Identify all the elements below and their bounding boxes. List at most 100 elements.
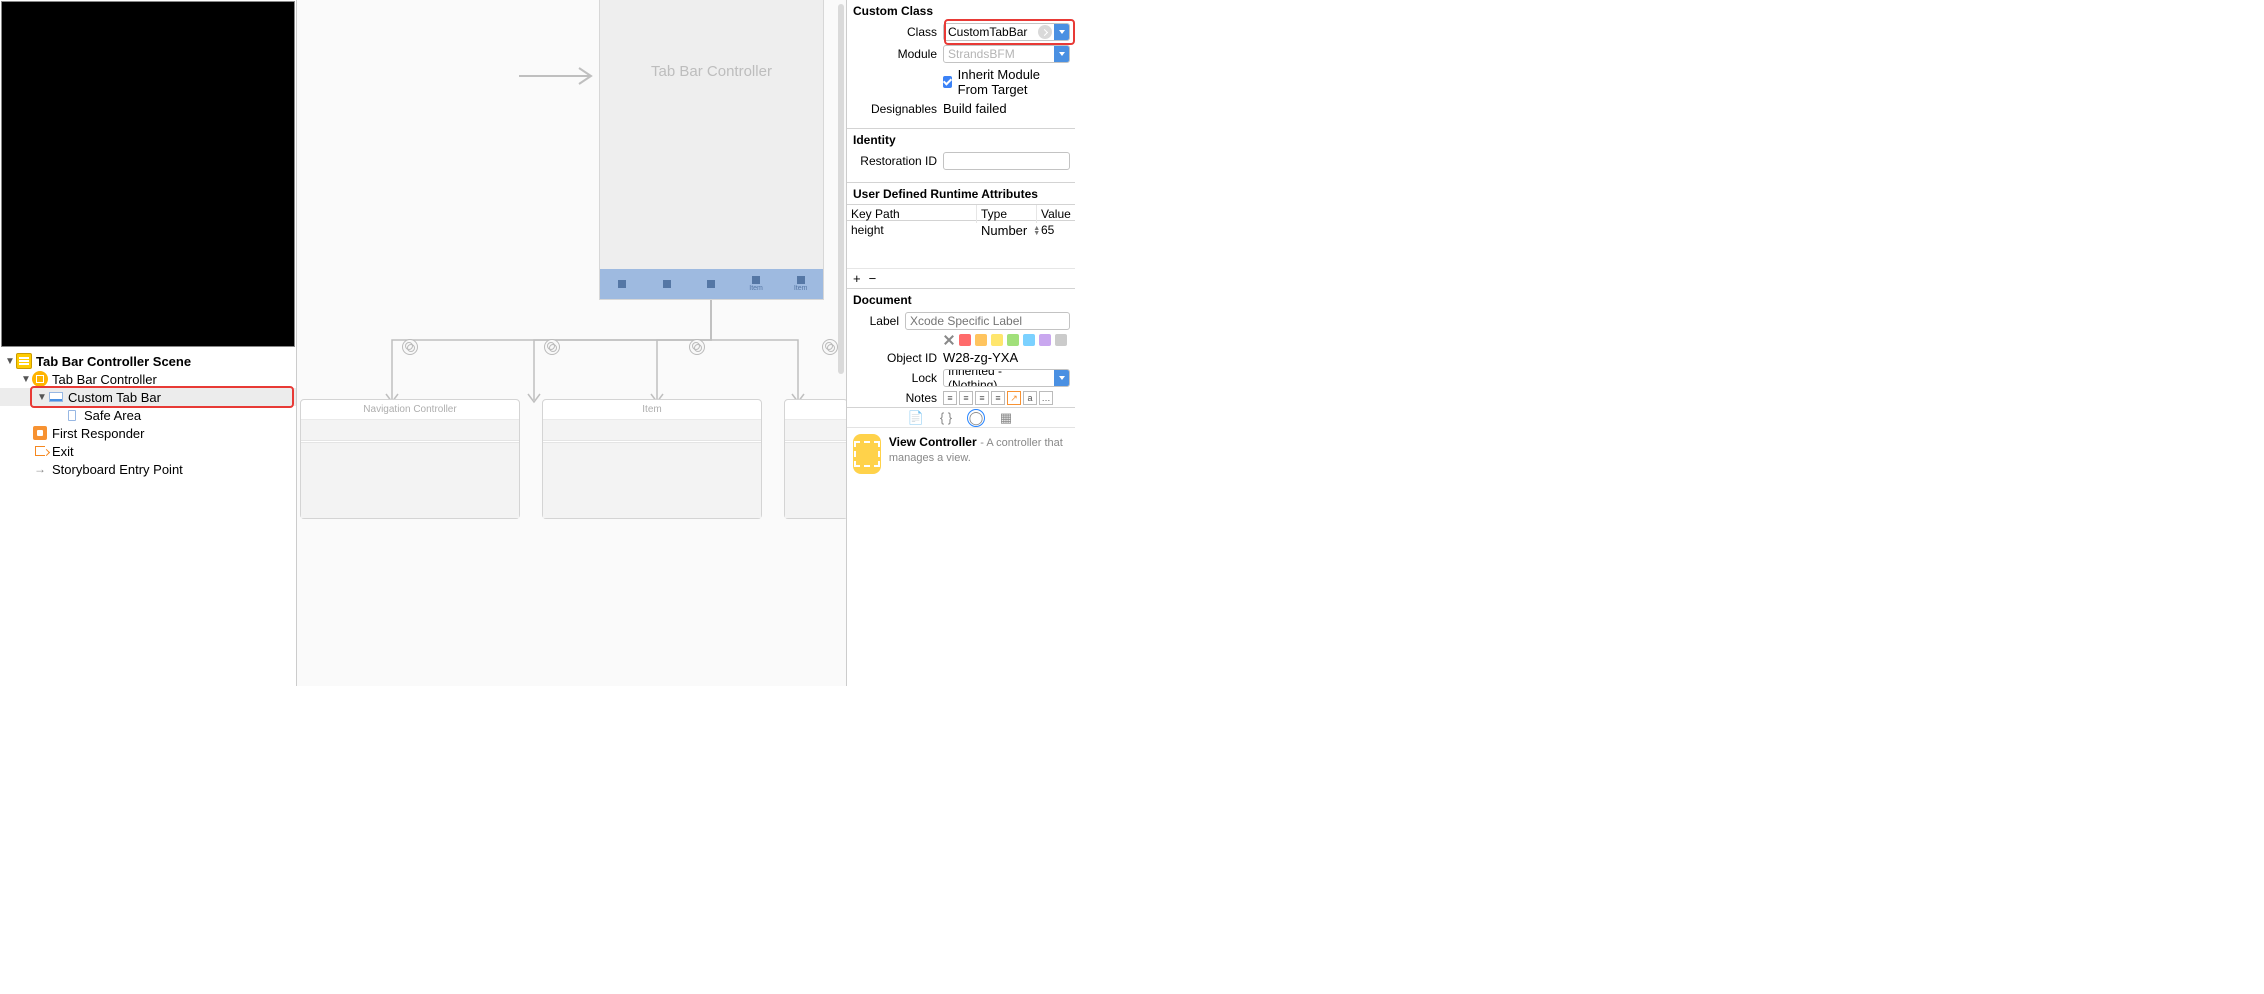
lock-value: Inherited - (Nothing): [944, 369, 1054, 387]
tab-item[interactable]: Item: [778, 269, 823, 299]
custom-class-header: Custom Class: [847, 0, 1075, 21]
disclosure-triangle-icon[interactable]: ▼: [4, 356, 16, 367]
align-left-icon[interactable]: ≡: [943, 391, 957, 405]
tab-item-icon: [752, 276, 760, 284]
align-right-icon[interactable]: ≡: [975, 391, 989, 405]
lock-label: Lock: [847, 371, 943, 385]
module-placeholder: StrandsBFM: [944, 47, 1054, 61]
entry-point-icon: →: [32, 461, 48, 477]
destination-scene[interactable]: Item: [542, 399, 762, 519]
swatch-orange[interactable]: [975, 334, 987, 346]
swatch-purple[interactable]: [1039, 334, 1051, 346]
segue-relationship-icon[interactable]: [544, 339, 560, 355]
swatch-blue[interactable]: [1023, 334, 1035, 346]
more-icon[interactable]: …: [1039, 391, 1053, 405]
label-color-swatches: [847, 332, 1075, 348]
document-outline: ▼ Tab Bar Controller Scene ▼ Tab Bar Con…: [0, 348, 296, 686]
lock-combobox[interactable]: Inherited - (Nothing): [943, 369, 1070, 387]
tab-item-label: Item: [794, 285, 808, 292]
module-combobox[interactable]: StrandsBFM: [943, 45, 1070, 63]
entry-point-row[interactable]: → Storyboard Entry Point: [0, 460, 296, 478]
swatch-red[interactable]: [959, 334, 971, 346]
swatch-yellow[interactable]: [991, 334, 1003, 346]
custom-tabbar-row[interactable]: ▼ Custom Tab Bar: [0, 388, 296, 406]
udra-type[interactable]: Number: [981, 223, 1027, 238]
restoration-id-field[interactable]: [943, 152, 1070, 170]
udra-row[interactable]: height Number▲▼ 65: [847, 221, 1075, 240]
disclosure-triangle-icon[interactable]: ▼: [36, 392, 48, 403]
object-library-tab-icon[interactable]: ◯: [969, 411, 983, 425]
identity-header: Identity: [847, 128, 1075, 150]
designables-value: Build failed: [943, 101, 1007, 116]
segue-relationship-icon[interactable]: [822, 339, 838, 355]
font-icon[interactable]: a: [1023, 391, 1037, 405]
destination-scene[interactable]: [784, 399, 847, 519]
align-justify-icon[interactable]: ≡: [991, 391, 1005, 405]
segue-lines: [297, 300, 847, 410]
chevron-updown-icon[interactable]: [1054, 370, 1069, 386]
entry-point-label: Storyboard Entry Point: [52, 462, 183, 477]
interface-builder-canvas[interactable]: Tab Bar Controller Item Item Navig: [296, 0, 847, 686]
class-jump-icon[interactable]: [1038, 25, 1052, 39]
udra-header: User Defined Runtime Attributes: [847, 182, 1075, 204]
exit-row[interactable]: Exit: [0, 442, 296, 460]
library-tabs: 📄 { } ◯ ▦: [847, 407, 1075, 427]
tab-item[interactable]: [689, 269, 734, 299]
scene-row[interactable]: ▼ Tab Bar Controller Scene: [0, 352, 296, 370]
controller-row[interactable]: ▼ Tab Bar Controller: [0, 370, 296, 388]
chevron-down-icon[interactable]: [1054, 46, 1069, 62]
first-responder-row[interactable]: First Responder: [0, 424, 296, 442]
safe-area-row[interactable]: Safe Area: [0, 406, 296, 424]
udra-header-row: Key Path Type Value: [847, 204, 1075, 221]
object-id-label: Object ID: [847, 351, 943, 365]
file-template-tab-icon[interactable]: 📄: [909, 411, 923, 425]
first-responder-label: First Responder: [52, 426, 144, 441]
segue-relationship-icon[interactable]: [402, 339, 418, 355]
swatch-gray[interactable]: [1055, 334, 1067, 346]
preview-area: [1, 1, 295, 347]
navigator-panel: ▼ Tab Bar Controller Scene ▼ Tab Bar Con…: [0, 0, 296, 686]
phone-tabbar[interactable]: Item Item: [600, 269, 823, 299]
library-item-title: View Controller: [889, 435, 977, 449]
destination-title: Item: [543, 400, 761, 420]
class-label: Class: [847, 25, 943, 39]
align-center-icon[interactable]: ≡: [959, 391, 973, 405]
inherit-module-checkbox[interactable]: [943, 76, 952, 88]
object-id-value: W28-zg-YXA: [943, 350, 1018, 365]
media-library-tab-icon[interactable]: ▦: [999, 411, 1013, 425]
disclosure-triangle-icon[interactable]: ▼: [20, 374, 32, 385]
document-header: Document: [847, 288, 1075, 310]
udra-keypath[interactable]: height: [847, 221, 977, 240]
tab-item[interactable]: Item: [734, 269, 779, 299]
class-combobox[interactable]: CustomTabBar: [943, 23, 1070, 41]
remove-button[interactable]: −: [869, 271, 877, 286]
swatch-green[interactable]: [1007, 334, 1019, 346]
segue-relationship-icon[interactable]: [689, 339, 705, 355]
destination-title: [785, 400, 847, 420]
phone-scene[interactable]: Tab Bar Controller Item Item: [599, 0, 824, 300]
destination-scene[interactable]: Navigation Controller: [300, 399, 520, 519]
class-value[interactable]: CustomTabBar: [944, 25, 1038, 39]
controller-label: Tab Bar Controller: [52, 372, 157, 387]
safe-area-icon: [68, 410, 76, 421]
viewcontroller-icon: [32, 371, 48, 387]
entry-arrow-icon: [519, 66, 599, 86]
link-icon[interactable]: ↗: [1007, 391, 1021, 405]
safe-area-label: Safe Area: [84, 408, 141, 423]
doc-label-field[interactable]: [905, 312, 1070, 330]
exit-icon: [33, 444, 47, 458]
tab-item-icon: [663, 280, 671, 288]
exit-label: Exit: [52, 444, 74, 459]
tab-item-label: Item: [749, 285, 763, 292]
restoration-id-label: Restoration ID: [847, 154, 943, 168]
udra-value[interactable]: 65: [1037, 221, 1075, 240]
swatch-none[interactable]: [943, 334, 955, 346]
first-responder-icon: [33, 426, 47, 440]
chevron-down-icon[interactable]: [1054, 24, 1069, 40]
destination-title: Navigation Controller: [301, 400, 519, 420]
code-snippet-tab-icon[interactable]: { }: [939, 411, 953, 425]
library-item[interactable]: View Controller - A controller that mana…: [847, 427, 1075, 480]
tab-item[interactable]: [600, 269, 645, 299]
tab-item[interactable]: [645, 269, 690, 299]
add-button[interactable]: +: [853, 271, 861, 286]
